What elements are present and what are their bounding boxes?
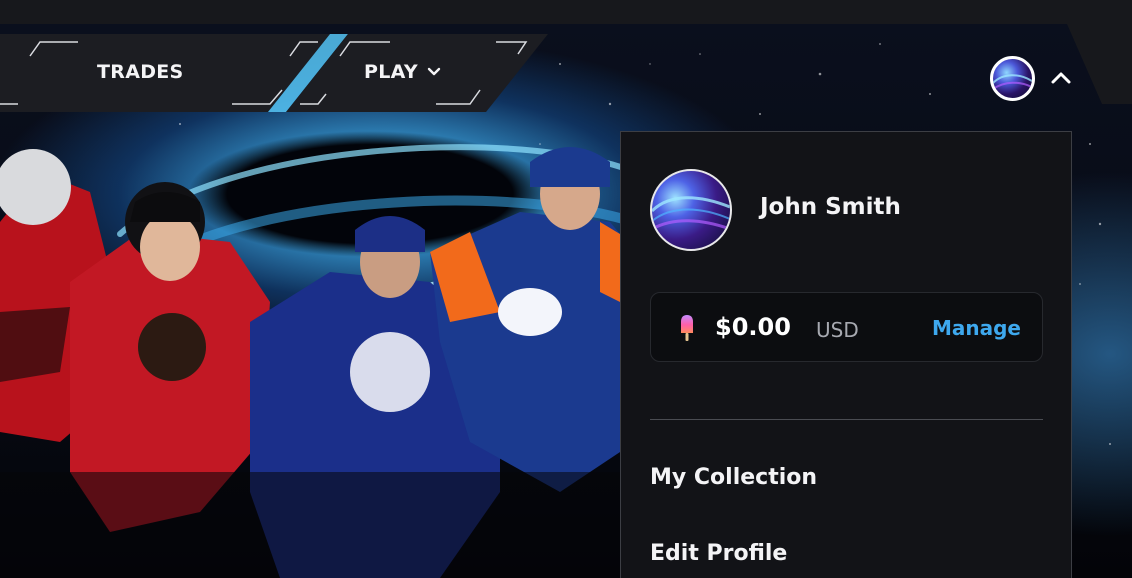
tab-trades[interactable]: TRADES xyxy=(97,58,184,86)
menu-divider xyxy=(650,419,1043,420)
account-dropdown: John Smith $0.00 USD Manage My Collectio… xyxy=(620,131,1072,578)
manage-wallet-link[interactable]: Manage xyxy=(932,316,1021,340)
profile-name: John Smith xyxy=(760,194,901,220)
tab-play-label: PLAY xyxy=(364,61,418,83)
avatar-image xyxy=(993,74,1032,90)
wallet-currency: USD xyxy=(816,318,859,342)
tab-play[interactable]: PLAY xyxy=(364,58,442,86)
tab-trades-label: TRADES xyxy=(97,61,184,83)
nav-tabs-background xyxy=(0,34,548,112)
avatar-image xyxy=(652,196,730,231)
frame-corner xyxy=(1042,24,1132,104)
main-nav: TRADES PLAY xyxy=(0,34,560,112)
account-avatar-button[interactable] xyxy=(990,56,1035,101)
menu-item-edit-profile[interactable]: Edit Profile xyxy=(650,541,787,566)
menu-item-my-collection[interactable]: My Collection xyxy=(650,465,817,490)
profile-avatar xyxy=(650,169,732,251)
wallet-balance-card: $0.00 USD Manage xyxy=(650,292,1043,362)
hockey-players-illustration xyxy=(0,147,700,578)
popsicle-icon xyxy=(681,315,693,341)
chevron-down-icon xyxy=(427,67,441,76)
wallet-balance: $0.00 xyxy=(715,313,791,341)
top-strip xyxy=(0,0,1132,24)
chevron-up-icon[interactable] xyxy=(1049,68,1073,88)
